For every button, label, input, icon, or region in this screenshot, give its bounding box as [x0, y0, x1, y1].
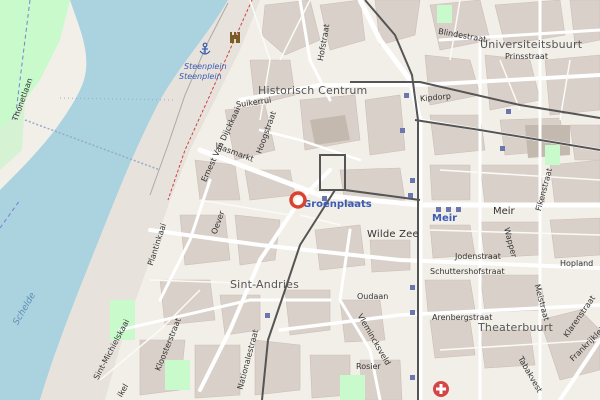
district-theaterbuurt: Theaterbuurt — [478, 321, 553, 334]
street-rosier: Rosier — [356, 362, 381, 371]
anchor-icon[interactable] — [198, 42, 212, 56]
street-jodenstraat: Jodenstraat — [455, 252, 501, 261]
place-steenplein-1: Steenplein — [184, 62, 227, 71]
district-sint-andries: Sint-Andries — [230, 278, 300, 291]
location-marker-icon[interactable] — [288, 190, 308, 210]
street-prinsstraat: Prinsstraat — [505, 52, 548, 61]
street-schuttershofstraat: Schuttershofstraat — [430, 267, 505, 276]
area-wilde-zee: Wilde Zee — [367, 229, 419, 240]
hospital-icon[interactable] — [432, 380, 450, 398]
map-canvas[interactable]: Historisch Centrum Universiteitsbuurt Si… — [0, 0, 600, 400]
castle-icon — [230, 32, 240, 43]
place-steenplein-2: Steenplein — [179, 72, 222, 81]
district-historisch-centrum: Historisch Centrum — [258, 84, 368, 97]
street-arenbergstraat: Arenbergstraat — [432, 313, 493, 322]
street-hopland: Hopland — [560, 259, 594, 268]
street-oudaan: Oudaan — [357, 292, 389, 301]
cathedral-building — [310, 115, 350, 145]
district-universiteitsbuurt: Universiteitsbuurt — [480, 38, 583, 51]
place-groenplaats: Groenplaats — [303, 199, 372, 210]
street-meir: Meir — [493, 206, 515, 217]
place-meir-station: Meir — [432, 213, 458, 224]
